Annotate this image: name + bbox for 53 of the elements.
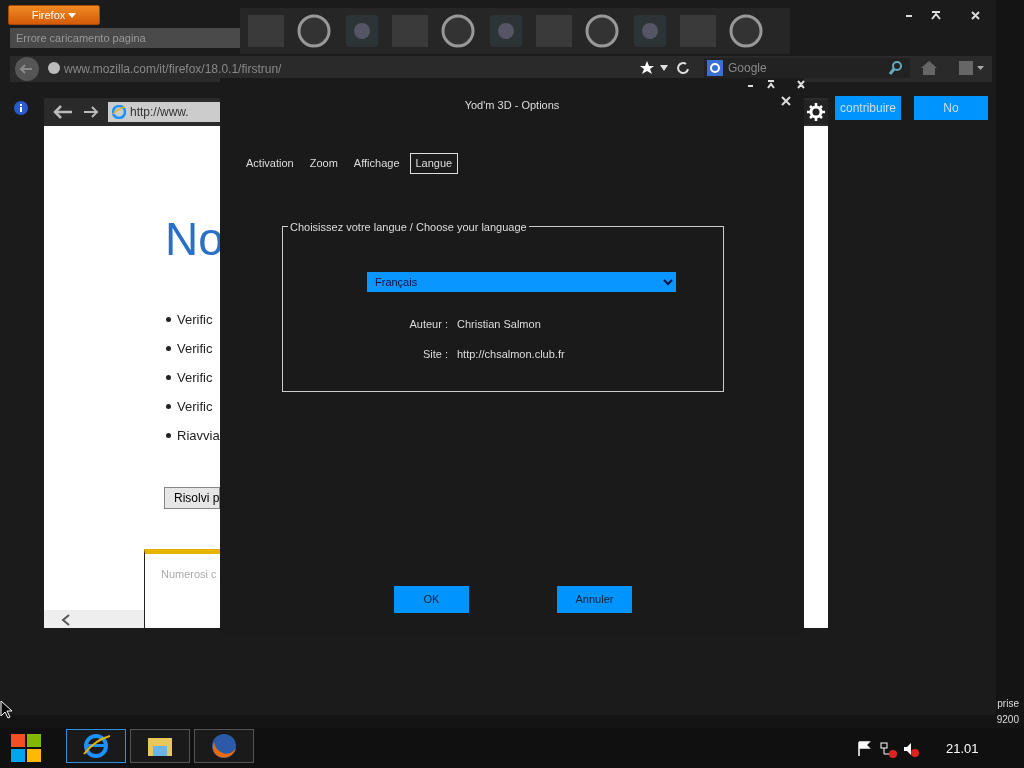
desktop-text: prise — [997, 697, 1019, 711]
bullet-icon — [166, 346, 171, 351]
url-text[interactable]: www.mozilla.com/it/firefox/18.0.1/firstrun/ — [64, 60, 282, 78]
list-item: Verific — [177, 398, 213, 416]
ie-icon — [112, 105, 126, 119]
page-heading: No — [165, 216, 224, 262]
tab[interactable]: Langue — [409, 153, 459, 174]
list-item: Verific — [177, 311, 213, 329]
clock-text: 21.01 — [946, 740, 979, 758]
window-controls-drawing[interactable] — [746, 80, 806, 90]
tab[interactable]: Zoom — [303, 153, 344, 174]
back-icon[interactable] — [12, 56, 42, 82]
mouse-cursor-icon — [0, 700, 12, 720]
firefox-menu-button[interactable]: Firefox — [8, 5, 100, 25]
home-icon[interactable] — [920, 60, 938, 76]
bullet-icon — [166, 317, 171, 322]
back-icon[interactable] — [52, 103, 74, 121]
bullet-icon — [166, 404, 171, 409]
taskbar-button[interactable] — [194, 729, 254, 763]
tab[interactable]: Affichage — [347, 153, 406, 174]
language-select[interactable]: Français — [367, 272, 676, 292]
info-box: Numerosi c — [144, 549, 220, 628]
settings-icon[interactable] — [804, 100, 828, 124]
list-item: Verific — [177, 340, 213, 358]
search-icon[interactable] — [888, 60, 904, 76]
taskbar-button[interactable] — [66, 729, 126, 763]
browser-icon — [210, 732, 238, 760]
start-icon[interactable] — [10, 733, 42, 763]
scrollbar[interactable] — [44, 610, 144, 628]
close-icon[interactable] — [781, 96, 791, 106]
field-label: Site : — [421, 347, 448, 362]
dialog-title: Yod'm 3D - Options — [464, 98, 560, 113]
cancel-button[interactable]: Annuler — [557, 586, 632, 613]
resolve-button[interactable]: Risolvi p — [164, 487, 220, 509]
info-icon — [13, 100, 29, 116]
search-field[interactable]: Google — [704, 58, 910, 78]
caret-icon — [68, 12, 77, 19]
browser-icon — [82, 732, 110, 760]
ok-button[interactable]: OK — [394, 586, 469, 613]
bookmarks-icon[interactable] — [958, 60, 986, 76]
field-value: Christian Salmon — [457, 317, 541, 332]
taskbar-button[interactable] — [130, 729, 190, 763]
list-item: Riavvia — [177, 427, 220, 445]
bullet-icon — [166, 433, 171, 438]
field-value: http://chsalmon.club.fr — [457, 347, 565, 362]
system-tray-icons-drawing[interactable] — [856, 740, 922, 758]
browser-tab[interactable]: Errore caricamento pagina — [10, 28, 240, 48]
bullet-icon — [166, 375, 171, 380]
field-label: Auteur : — [408, 317, 448, 332]
desktop-text: 9200 — [996, 713, 1019, 727]
scroll-left-icon[interactable] — [61, 614, 71, 626]
tab[interactable]: Activation — [240, 153, 300, 174]
list-item: Verific — [177, 369, 213, 387]
